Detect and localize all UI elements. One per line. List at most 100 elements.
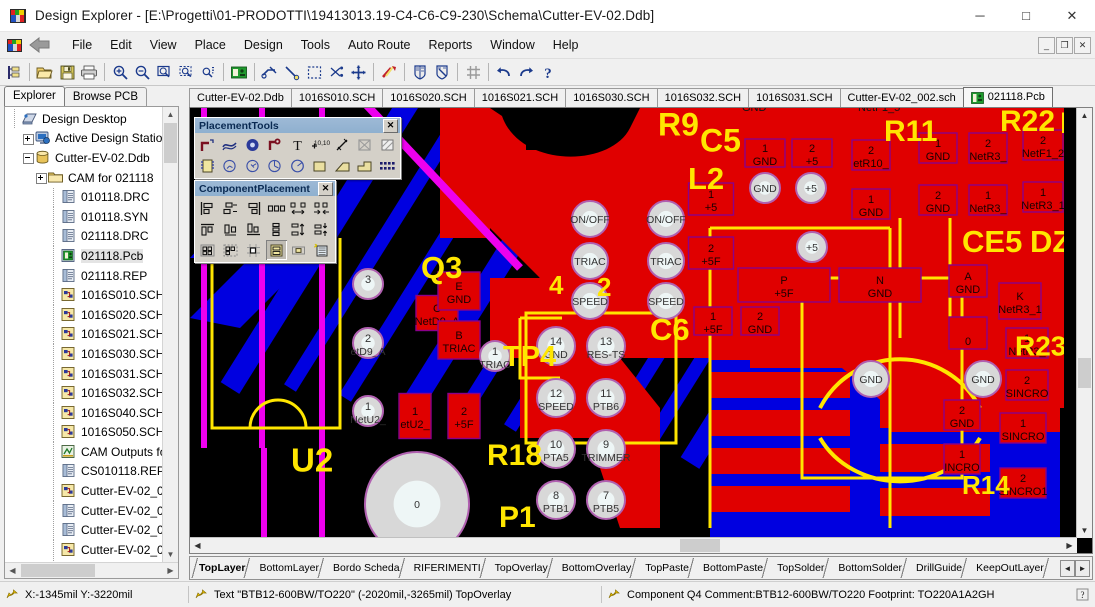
zoom-out-icon[interactable] xyxy=(131,61,153,83)
layer-tab[interactable]: Bordo Scheda xyxy=(324,558,406,578)
document-tab[interactable]: 021118.Pcb xyxy=(962,87,1053,107)
place-dimension-icon[interactable] xyxy=(331,135,353,155)
place-via-icon[interactable] xyxy=(264,135,286,155)
place-fill-hatched-icon[interactable] xyxy=(376,135,398,155)
layer-tab[interactable]: TopPaste xyxy=(636,558,695,578)
pcb-pad-rect[interactable]: 1+5F xyxy=(693,306,733,336)
place-fill-icon[interactable] xyxy=(309,156,331,176)
tree-item[interactable]: 1016S031.SCH xyxy=(7,364,178,384)
layer-tab[interactable]: BottomPaste xyxy=(694,558,770,578)
arrange-outside-board-icon[interactable] xyxy=(219,240,241,260)
undo-icon[interactable] xyxy=(493,61,515,83)
close-button[interactable]: ✕ xyxy=(1049,0,1095,31)
canvas-scroll-down-arrow[interactable]: ▼ xyxy=(1077,523,1092,538)
decrease-horizontal-spacing-icon[interactable] xyxy=(311,198,333,218)
pcb-pad-rect[interactable]: AGND xyxy=(948,264,988,298)
pcb-pad-rect[interactable]: 2SINCRO xyxy=(1005,369,1049,401)
document-tab[interactable]: 1016S031.SCH xyxy=(748,88,841,107)
tree-item[interactable]: 1016S050.SCH xyxy=(7,422,178,443)
align-top-icon[interactable] xyxy=(197,219,218,239)
document-tab[interactable]: Cutter-EV-02_002.sch xyxy=(839,88,964,107)
document-tab[interactable]: 1016S010.SCH xyxy=(290,88,384,107)
zoom-last-icon[interactable] xyxy=(197,61,219,83)
align-right-icon[interactable] xyxy=(242,198,264,218)
space-equally-vertical-icon[interactable] xyxy=(265,219,287,239)
increase-vertical-spacing-icon[interactable] xyxy=(288,219,310,239)
align-middle-vertical-icon[interactable] xyxy=(219,219,241,239)
tree-expand-icon[interactable] xyxy=(22,129,34,148)
canvas-hscroll-thumb[interactable] xyxy=(680,539,720,552)
save-icon[interactable] xyxy=(56,61,78,83)
pcb-pad-round[interactable]: TRIAC xyxy=(647,242,685,280)
menu-view[interactable]: View xyxy=(141,35,186,55)
tree-collapse-icon[interactable] xyxy=(22,148,34,167)
tree-item[interactable]: 1016S032.SCH xyxy=(7,383,178,403)
document-tab[interactable]: 1016S021.SCH xyxy=(473,88,567,107)
place-arc-radius-icon[interactable] xyxy=(241,156,263,176)
layer-scroll-left-button[interactable]: ◄ xyxy=(1060,559,1075,577)
tree-item[interactable]: 1016S030.SCH xyxy=(7,344,178,364)
menu-window[interactable]: Window xyxy=(481,35,543,55)
clear-mask-icon[interactable] xyxy=(431,61,453,83)
align-center-horizontal-icon[interactable] xyxy=(219,198,241,218)
place-coordinate-icon[interactable]: 10,10 xyxy=(309,135,331,155)
tree-item[interactable]: 021118.REP xyxy=(7,266,178,286)
deselect-icon[interactable] xyxy=(325,61,347,83)
tree-item[interactable]: CAM for 021118 xyxy=(7,168,178,188)
tree-item[interactable]: 1016S021.SCH xyxy=(7,324,178,345)
layer-tab[interactable]: DrillGuide xyxy=(907,558,969,578)
pcb-pad-rect[interactable]: NGND xyxy=(838,267,922,303)
place-polygon-icon[interactable] xyxy=(331,156,353,176)
place-arc-center-icon[interactable] xyxy=(219,135,241,155)
tree-scroll-up-arrow[interactable]: ▲ xyxy=(163,107,178,122)
tree-item[interactable]: Cutter-EV-02_002 xyxy=(7,501,178,521)
tree-hscroll-thumb[interactable] xyxy=(21,564,95,577)
reposition-selected-icon[interactable] xyxy=(311,240,333,260)
layer-tab[interactable]: RIFERIMENTI xyxy=(405,558,487,578)
pcb-pad-rect[interactable]: 1etU2_ xyxy=(398,392,432,440)
mdi-restore-button[interactable]: ❐ xyxy=(1056,36,1073,54)
decrease-vertical-spacing-icon[interactable] xyxy=(311,219,333,239)
document-tab[interactable]: Cutter-EV-02.Ddb xyxy=(189,88,292,107)
placement-tools-titlebar[interactable]: PlacementTools ✕ xyxy=(195,118,400,133)
place-arc-edge-icon[interactable] xyxy=(219,156,241,176)
pcb-pad-rect[interactable]: 2+5 xyxy=(791,138,833,168)
pcb-pad-round[interactable]: 3 xyxy=(352,268,384,300)
place-string-icon[interactable]: T xyxy=(286,135,308,155)
layer-tab[interactable]: BottomSolder xyxy=(829,558,908,578)
minimize-button[interactable]: ─ xyxy=(957,0,1003,31)
status-help-button[interactable]: ? xyxy=(1070,585,1095,604)
grid-icon[interactable] xyxy=(462,61,484,83)
place-room-icon[interactable] xyxy=(354,135,376,155)
tree-vertical-scrollbar[interactable]: ▲ ▼ xyxy=(162,107,178,562)
layer-tab-strip[interactable]: TopLayer BottomLayer Bordo Scheda RIFERIMEN… xyxy=(189,556,1093,580)
space-equally-horizontal-icon[interactable] xyxy=(265,198,287,218)
rotate-component-icon[interactable] xyxy=(288,240,310,260)
tab-explorer[interactable]: Explorer xyxy=(4,86,65,106)
tree-item[interactable]: Design Desktop xyxy=(7,109,178,129)
pcb-pad-round[interactable]: 8PTB1 xyxy=(536,480,576,520)
route-interactive-icon[interactable] xyxy=(259,61,281,83)
maximize-button[interactable]: □ xyxy=(1003,0,1049,31)
document-tab-strip[interactable]: Cutter-EV-02.Ddb 1016S010.SCH 1016S020.SCH… xyxy=(183,86,1093,107)
pcb-pad-round[interactable]: ON/OFF xyxy=(570,200,610,238)
canvas-vertical-scrollbar[interactable]: ▲ ▼ xyxy=(1076,108,1092,538)
document-tab[interactable]: 1016S032.SCH xyxy=(656,88,750,107)
mdi-close-button[interactable]: ✕ xyxy=(1074,36,1091,54)
place-arc-any-icon[interactable] xyxy=(264,156,286,176)
menu-auto-route[interactable]: Auto Route xyxy=(339,35,420,55)
pcb-pad-rect[interactable]: 2GND xyxy=(740,306,780,336)
layer-tab[interactable]: BottomLayer xyxy=(250,558,325,578)
canvas-scroll-up-arrow[interactable]: ▲ xyxy=(1077,108,1092,123)
back-arrow-icon[interactable] xyxy=(27,37,53,53)
tree-item[interactable]: CAM Outputs for xyxy=(7,442,178,462)
tree-scroll-down-arrow[interactable]: ▼ xyxy=(163,547,178,562)
tree-item[interactable]: CS010118.REP xyxy=(7,461,178,482)
align-bottom-icon[interactable] xyxy=(242,219,264,239)
tree-item[interactable]: 021118.Pcb xyxy=(7,246,178,266)
menu-reports[interactable]: Reports xyxy=(420,35,482,55)
layer-scroll-right-button[interactable]: ► xyxy=(1075,559,1090,577)
tree-expand-icon[interactable] xyxy=(35,168,47,187)
browse-documents-icon[interactable] xyxy=(3,61,25,83)
menu-place[interactable]: Place xyxy=(186,35,235,55)
